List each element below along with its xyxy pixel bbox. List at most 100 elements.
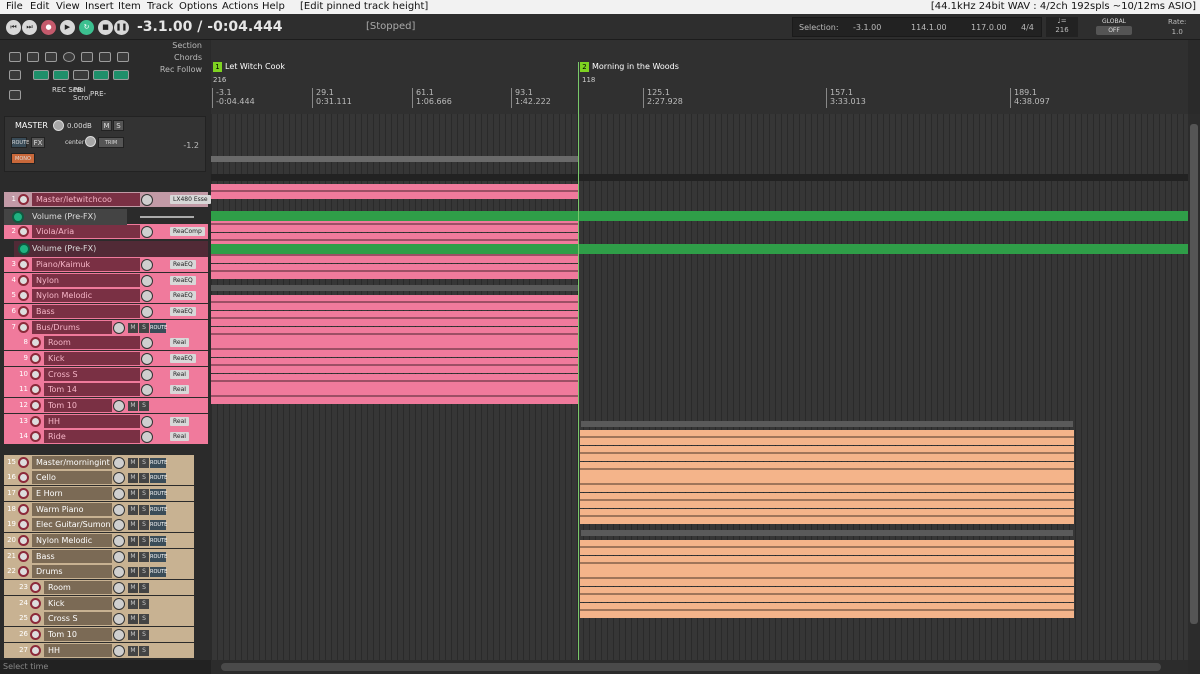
record-arm-icon[interactable] [18,519,29,530]
solo-button[interactable]: S [139,599,149,609]
volume-knob[interactable] [113,457,125,469]
section-label[interactable]: Section [172,41,202,50]
track-name[interactable]: Tom 14 [44,383,140,396]
track-row[interactable]: 20 Nylon Melodic M S ROUTE [4,533,194,548]
record-arm-icon[interactable] [30,629,41,640]
menu-options[interactable]: Options [179,1,218,12]
global-automation[interactable]: GLOBAL OFF [1096,17,1132,37]
fx-slot[interactable]: ReaI [170,338,190,347]
edit-cursor[interactable] [578,62,579,660]
media-item[interactable] [211,184,578,199]
menu-insert[interactable]: Insert [85,1,114,12]
mute-button[interactable]: M [128,323,138,333]
record-arm-icon[interactable] [30,582,41,593]
record-arm-icon[interactable] [30,416,41,427]
volume-knob[interactable] [113,598,125,610]
track-row[interactable]: 2 Viola/Aria ReaComp [4,224,208,239]
open-icon[interactable] [27,52,39,62]
master-fx-button[interactable]: FX [31,137,45,148]
record-icon[interactable]: ● [41,20,56,35]
solo-button[interactable]: S [139,614,149,624]
media-item[interactable] [580,603,1074,618]
track-row[interactable]: 16 Cello M S ROUTE [4,470,194,485]
media-item[interactable] [211,295,578,310]
time-display[interactable]: -3.1.00 / -0:04.444 [137,19,282,35]
fx-slot[interactable]: LX480 Esse [170,195,211,204]
mute-button[interactable]: M [128,583,138,593]
volume-knob[interactable] [113,322,125,334]
master-volume-knob[interactable] [53,120,64,131]
track-row[interactable]: 9 Kick ReaEQ [4,351,208,366]
record-arm-icon[interactable] [18,306,29,317]
track-row[interactable]: 11 Tom 14 ReaI [4,382,208,397]
track-name[interactable]: Bus/Drums [32,321,112,334]
track-name[interactable]: Master/letwitchcoo [32,193,140,206]
media-item[interactable] [580,509,1074,524]
track-row[interactable]: 4 Nylon ReaEQ [4,273,208,288]
volume-knob[interactable] [113,504,125,516]
metronome-toggle-icon[interactable] [9,70,21,80]
mute-button[interactable]: M [128,458,138,468]
track-row[interactable]: 17 E Horn M S ROUTE [4,486,194,501]
fx-slot[interactable]: ReaI [170,370,190,379]
track-row[interactable]: 5 Nylon Melodic ReaEQ [4,288,208,303]
media-item[interactable] [581,421,1073,427]
volume-knob[interactable] [113,566,125,578]
fx-slot[interactable]: ReaI [170,385,190,394]
track-row[interactable]: 19 Elec Guitar/Sumon M S ROUTE [4,517,194,532]
ripple-icon[interactable] [53,70,69,80]
info-icon[interactable] [63,52,75,62]
volume-knob[interactable] [113,629,125,641]
menu-item[interactable]: Item [118,1,141,12]
folder-lane[interactable] [211,156,578,162]
volume-knob[interactable] [141,353,153,365]
volume-knob[interactable] [113,535,125,547]
volume-knob[interactable] [141,275,153,287]
fx-slot[interactable]: ReaEQ [170,307,196,316]
master-mute-button[interactable]: M [101,120,112,131]
time-signature[interactable]: 4/4 [1021,23,1034,32]
media-item[interactable] [580,446,1074,461]
horizontal-scrollbar[interactable] [211,660,1188,674]
volume-knob[interactable] [113,551,125,563]
volume-knob[interactable] [113,400,125,412]
media-item[interactable] [580,571,1074,586]
record-arm-icon[interactable] [30,613,41,624]
stop-icon[interactable]: ■ [98,20,113,35]
menu-help[interactable]: Help [262,1,285,12]
envelope-fader[interactable] [140,216,194,218]
arrange-view[interactable]: 1 Let Witch Cook 216 2 Morning in the Wood… [211,40,1188,660]
media-item[interactable] [580,556,1074,571]
media-item[interactable] [211,389,578,404]
track-row[interactable]: 6 Bass ReaEQ [4,304,208,319]
volume-knob[interactable] [113,613,125,625]
solo-button[interactable]: S [139,505,149,515]
route-button[interactable]: ROUTE [150,552,167,562]
track-name[interactable]: E Horn [32,487,112,500]
selection-end[interactable]: 114.1.00 [911,23,947,32]
mute-button[interactable]: M [128,520,138,530]
repeat-icon[interactable] [117,52,129,62]
solo-button[interactable]: S [139,567,149,577]
solo-button[interactable]: S [139,630,149,640]
track-row[interactable]: 13 HH ReaI [4,414,208,429]
mute-button[interactable]: M [128,473,138,483]
record-arm-icon[interactable] [18,194,29,205]
redo-icon[interactable] [99,52,111,62]
track-row[interactable]: 8 Room ReaI [4,335,208,350]
track-row[interactable]: 10 Cross S ReaI [4,367,208,382]
fx-slot[interactable]: ReaEQ [170,276,196,285]
route-button[interactable]: ROUTE [150,323,167,333]
region-marker-1[interactable]: 1 Let Witch Cook [213,62,285,76]
route-button[interactable]: ROUTE [150,458,167,468]
mute-button[interactable]: M [128,646,138,656]
envelope-lane-1[interactable]: Volume (Pre-FX) [4,209,194,225]
track-name[interactable]: Nylon [32,274,140,287]
record-arm-icon[interactable] [18,290,29,301]
media-item[interactable] [211,342,578,357]
media-item[interactable] [211,264,578,279]
volume-knob[interactable] [141,337,153,349]
track-name[interactable]: Kick [44,597,112,610]
pb-scroll-button[interactable]: PB Scrol [73,86,91,102]
master-pan-knob[interactable] [85,136,96,147]
